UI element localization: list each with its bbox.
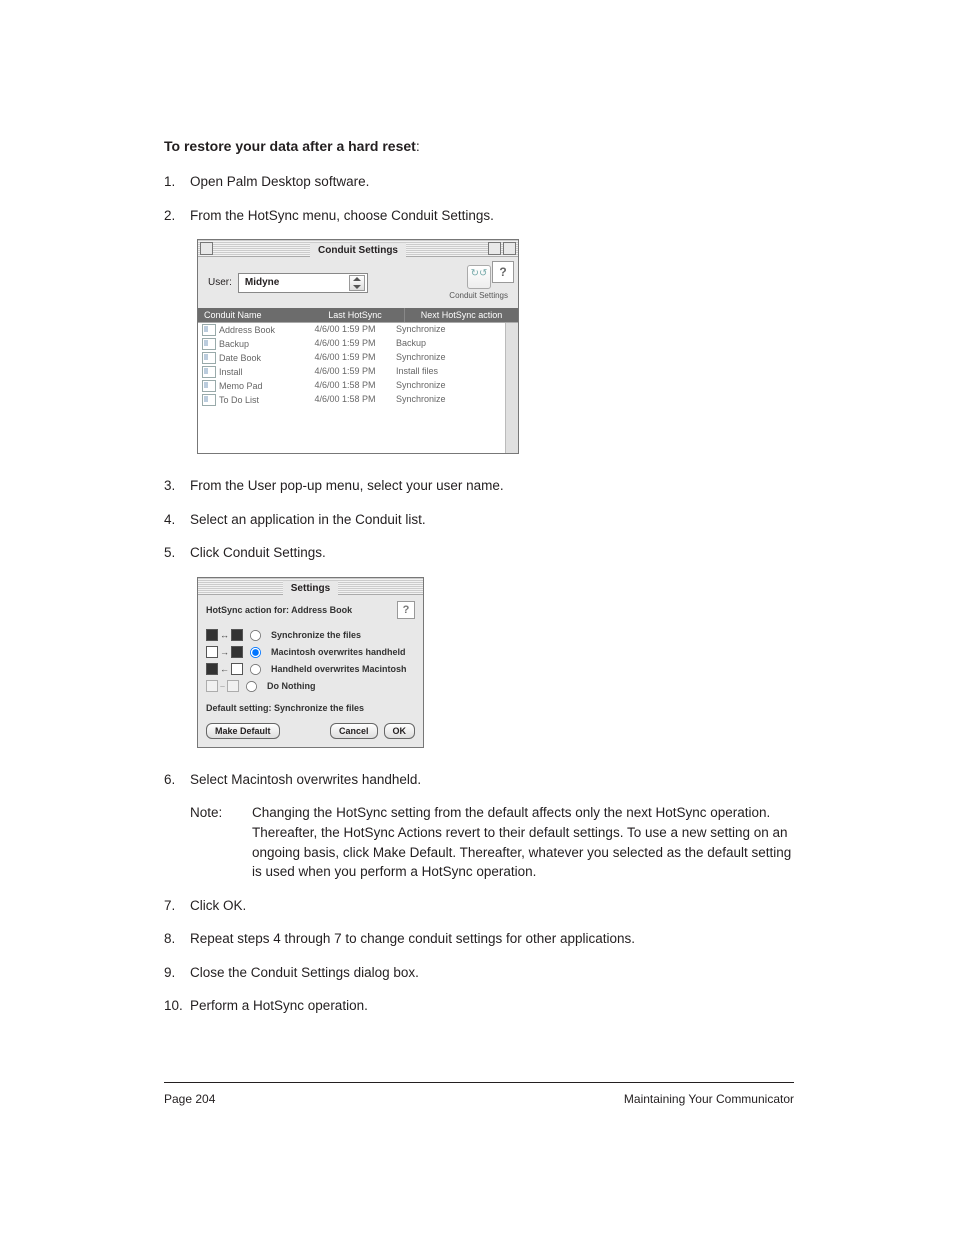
- conduit-icon: [202, 394, 216, 406]
- list-item: 2. From the HotSync menu, choose Conduit…: [164, 206, 794, 226]
- figure-conduit-settings: Conduit Settings User: Midyne Conduit Se…: [197, 239, 794, 454]
- note-block: Note: Changing the HotSync setting from …: [190, 803, 794, 881]
- list-item: 4. Select an application in the Conduit …: [164, 510, 794, 530]
- figure-settings-dialog: Settings HotSync action for: Address Boo…: [197, 577, 794, 748]
- option-mac-overwrites[interactable]: → Macintosh overwrites handheld: [206, 646, 415, 659]
- collapse-icon[interactable]: [503, 242, 516, 255]
- option-hh-overwrites[interactable]: ← Handheld overwrites Macintosh: [206, 663, 415, 676]
- page-footer: Page 204 Maintaining Your Communicator: [164, 1092, 794, 1106]
- list-item: 6. Select Macintosh overwrites handheld.…: [164, 770, 794, 882]
- table-row: To Do List4/6/00 1:58 PMSynchronize: [198, 393, 518, 407]
- close-icon[interactable]: [200, 242, 213, 255]
- list-item: 8. Repeat steps 4 through 7 to change co…: [164, 929, 794, 949]
- table-row: Install4/6/00 1:59 PMInstall files: [198, 365, 518, 379]
- radio-button[interactable]: [250, 630, 261, 641]
- option-synchronize[interactable]: ↔ Synchronize the files: [206, 629, 415, 642]
- list-item: 3. From the User pop-up menu, select you…: [164, 476, 794, 496]
- user-label: User:: [208, 277, 232, 288]
- dialog-subtitle: HotSync action for: Address Book: [206, 605, 352, 615]
- cancel-button[interactable]: Cancel: [330, 723, 378, 739]
- user-dropdown[interactable]: Midyne: [238, 273, 368, 293]
- sync-icon: [467, 265, 491, 289]
- conduit-icon: [202, 366, 216, 378]
- step-list: 6. Select Macintosh overwrites handheld.…: [164, 770, 794, 1016]
- radio-button[interactable]: [250, 664, 261, 675]
- list-item: 5. Click Conduit Settings.: [164, 543, 794, 563]
- list-item: 9. Close the Conduit Settings dialog box…: [164, 963, 794, 983]
- radio-button[interactable]: [250, 647, 261, 658]
- section-heading: To restore your data after a hard reset:: [164, 138, 794, 154]
- option-do-nothing[interactable]: – Do Nothing: [206, 680, 415, 693]
- stepper-icon[interactable]: [349, 275, 365, 291]
- step-list: 1. Open Palm Desktop software. 2. From t…: [164, 172, 794, 225]
- help-button[interactable]: ?: [492, 261, 514, 283]
- table-row: Backup4/6/00 1:59 PMBackup: [198, 337, 518, 351]
- footer-title: Maintaining Your Communicator: [624, 1092, 794, 1106]
- list-item: 10. Perform a HotSync operation.: [164, 996, 794, 1016]
- make-default-button[interactable]: Make Default: [206, 723, 280, 739]
- zoom-icon[interactable]: [488, 242, 501, 255]
- conduit-icon: [202, 324, 216, 336]
- page-number: Page 204: [164, 1092, 215, 1106]
- conduit-icon: [202, 338, 216, 350]
- default-setting-label: Default setting: Synchronize the files: [206, 703, 415, 713]
- list-item: 1. Open Palm Desktop software.: [164, 172, 794, 192]
- window-titlebar: Conduit Settings: [198, 240, 518, 257]
- ok-button[interactable]: OK: [384, 723, 416, 739]
- radio-button[interactable]: [246, 681, 257, 692]
- window-titlebar: Settings: [198, 578, 423, 595]
- step-list: 3. From the User pop-up menu, select you…: [164, 476, 794, 563]
- table-row: Address Book4/6/00 1:59 PMSynchronize: [198, 323, 518, 337]
- list-item: 7. Click OK.: [164, 896, 794, 916]
- table-row: Date Book4/6/00 1:59 PMSynchronize: [198, 351, 518, 365]
- conduit-table[interactable]: Address Book4/6/00 1:59 PMSynchronize Ba…: [198, 322, 518, 453]
- conduit-icon: [202, 352, 216, 364]
- table-header: Conduit Name Last HotSync Next HotSync a…: [198, 308, 518, 322]
- table-row: Memo Pad4/6/00 1:58 PMSynchronize: [198, 379, 518, 393]
- help-button[interactable]: ?: [397, 601, 415, 619]
- conduit-icon: [202, 380, 216, 392]
- footer-divider: [164, 1082, 794, 1083]
